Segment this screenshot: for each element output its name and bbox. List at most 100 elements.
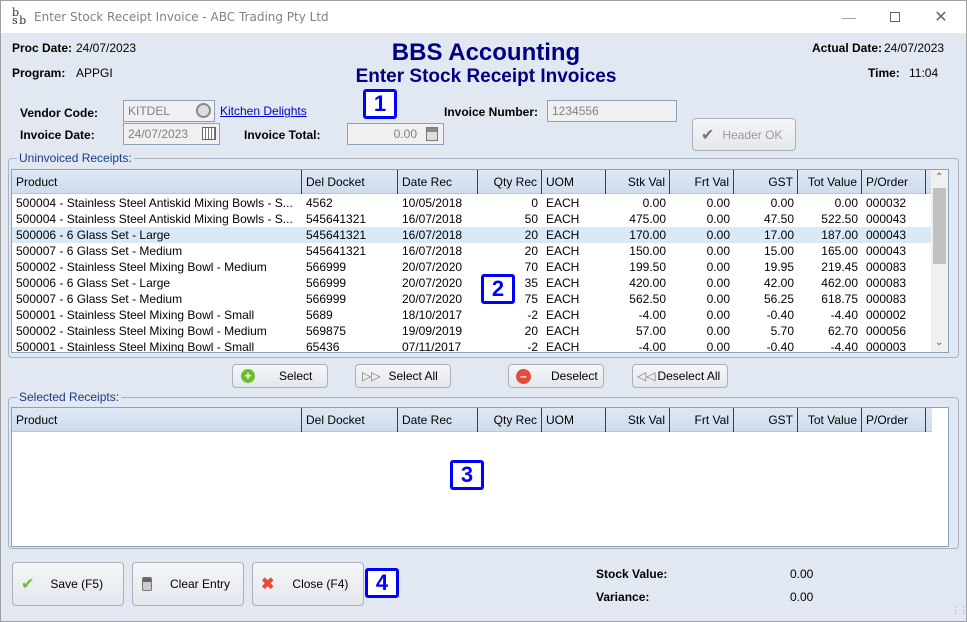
table-cell: 569875 [306, 324, 347, 338]
proc-date-value: 24/07/2023 [76, 41, 137, 55]
deselect-button[interactable]: – Deselect [508, 364, 604, 388]
invoice-number-field[interactable]: 1234556 [547, 100, 677, 122]
table-cell: EACH [546, 292, 580, 306]
callout-badge-1: 1 [363, 89, 397, 119]
table-cell: 500001 - Stainless Steel Mixing Bowl - S… [16, 340, 255, 353]
vendor-code-field[interactable]: KITDEL [123, 100, 215, 122]
table-cell: EACH [546, 340, 580, 353]
calculator-icon[interactable] [426, 127, 438, 141]
invoice-number-value: 1234556 [552, 104, 599, 118]
deselect-all-button[interactable]: ◁◁ Deselect All [632, 364, 728, 388]
column-header-date-rec[interactable]: Date Rec [398, 170, 478, 194]
save-button[interactable]: ✔ Save (F5) [12, 562, 124, 606]
invoice-total-field[interactable]: 0.00 [347, 123, 444, 145]
column-header-del-docket[interactable]: Del Docket [302, 408, 398, 432]
select-label: Select [279, 369, 313, 383]
column-header-stk-val[interactable]: Stk Val [606, 408, 670, 432]
vendor-code-value: KITDEL [128, 104, 171, 118]
minimize-button[interactable]: — [826, 1, 872, 33]
column-header-product[interactable]: Product [12, 408, 302, 432]
resize-grip-icon[interactable]: ⋮⋮ [951, 605, 967, 616]
column-header-frt-val[interactable]: Frt Val [670, 170, 734, 194]
table-cell: 10/05/2018 [402, 196, 463, 210]
invoice-date-value: 24/07/2023 [128, 127, 189, 141]
select-button[interactable]: + Select [232, 364, 328, 388]
invoice-total-label: Invoice Total: [244, 128, 321, 142]
table-cell: 18/10/2017 [402, 308, 463, 322]
table-cell: 000083 [866, 292, 907, 306]
table-row[interactable]: 500002 - Stainless Steel Mixing Bowl - M… [12, 259, 932, 275]
column-header-p-order[interactable]: P/Order [862, 408, 926, 432]
invoice-date-field[interactable]: 24/07/2023 [123, 123, 220, 145]
invoice-date-label: Invoice Date: [20, 128, 95, 142]
table-cell: 170.00 [629, 228, 666, 242]
table-cell: EACH [546, 196, 580, 210]
table-cell: 420.00 [629, 276, 666, 290]
column-header-stk-val[interactable]: Stk Val [606, 170, 670, 194]
close-button[interactable]: ✖ Close (F4) [252, 562, 364, 606]
calendar-icon[interactable] [202, 127, 216, 140]
table-cell: EACH [546, 324, 580, 338]
minimize-icon: — [842, 9, 856, 25]
table-row[interactable]: 500007 - 6 Glass Set - Medium 545641321 16… [12, 243, 932, 259]
table-cell: 566999 [306, 276, 347, 290]
table-cell: 62.70 [827, 324, 858, 338]
select-all-button[interactable]: ▷▷ Select All [355, 364, 451, 388]
callout-badge-2: 2 [481, 274, 515, 304]
table-cell: 16/07/2018 [402, 244, 463, 258]
scroll-down-icon[interactable]: ⌄ [935, 337, 943, 348]
table-cell: EACH [546, 228, 580, 242]
table-row[interactable]: 500006 - 6 Glass Set - Large 545641321 16/… [12, 227, 932, 243]
table-cell: -4.40 [830, 340, 858, 353]
close-window-button[interactable]: ✕ [918, 1, 964, 33]
table-cell: 500004 - Stainless Steel Antiskid Mixing… [16, 212, 293, 226]
table-cell: 65436 [306, 340, 340, 353]
column-header-uom[interactable]: UOM [542, 408, 606, 432]
clear-entry-button[interactable]: Clear Entry [132, 562, 244, 606]
table-cell: 545641321 [306, 212, 367, 226]
uninvoiced-receipts-grid[interactable]: Product Del Docket Date Rec Qty Rec UOM Stk V… [11, 169, 949, 353]
column-header-product[interactable]: Product [12, 170, 302, 194]
table-cell: 150.00 [629, 244, 666, 258]
app-title: BBS Accounting [391, 39, 581, 66]
uninvoiced-grid-header: Product Del Docket Date Rec Qty Rec UOM Stk V… [12, 170, 932, 194]
table-cell: 566999 [306, 292, 347, 306]
table-cell: 70 [524, 260, 538, 274]
vendor-name-link[interactable]: Kitchen Delights [220, 104, 307, 118]
scroll-thumb[interactable] [933, 188, 946, 264]
header-ok-button[interactable]: ✔ Header OK [692, 118, 796, 151]
table-row[interactable]: 500004 - Stainless Steel Antiskid Mixing… [12, 211, 932, 227]
table-row[interactable]: 500004 - Stainless Steel Antiskid Mixing… [12, 195, 932, 211]
table-cell: 0.00 [706, 260, 730, 274]
scroll-up-icon[interactable]: ⌃ [935, 172, 943, 183]
maximize-button[interactable] [872, 1, 918, 33]
table-row[interactable]: 500001 - Stainless Steel Mixing Bowl - S… [12, 339, 932, 353]
table-cell: 522.50 [821, 212, 858, 226]
column-header-tot-value[interactable]: Tot Value [798, 408, 862, 432]
column-header-gst[interactable]: GST [734, 170, 798, 194]
column-header-qty-rec[interactable]: Qty Rec [478, 170, 542, 194]
uninvoiced-scrollbar[interactable]: ⌃ ⌄ [931, 170, 948, 352]
table-row[interactable]: 500002 - Stainless Steel Mixing Bowl - M… [12, 323, 932, 339]
table-row[interactable]: 500001 - Stainless Steel Mixing Bowl - S… [12, 307, 932, 323]
window-title: Enter Stock Receipt Invoice - ABC Tradin… [34, 10, 329, 24]
column-header-p-order[interactable]: P/Order [862, 170, 926, 194]
table-row[interactable]: 500006 - 6 Glass Set - Large 566999 20/07/… [12, 275, 932, 291]
table-cell: 199.50 [629, 260, 666, 274]
table-cell: 20/07/2020 [402, 260, 463, 274]
table-row[interactable]: 500007 - 6 Glass Set - Medium 566999 20/07… [12, 291, 932, 307]
table-cell: 19.95 [763, 260, 794, 274]
table-cell: 0.00 [706, 324, 730, 338]
search-icon[interactable] [196, 103, 211, 118]
column-header-date-rec[interactable]: Date Rec [398, 408, 478, 432]
table-cell: 618.75 [821, 292, 858, 306]
column-header-gst[interactable]: GST [734, 408, 798, 432]
column-header-del-docket[interactable]: Del Docket [302, 170, 398, 194]
column-header-frt-val[interactable]: Frt Val [670, 408, 734, 432]
table-cell: 000083 [866, 260, 907, 274]
column-header-tot-value[interactable]: Tot Value [798, 170, 862, 194]
column-header-qty-rec[interactable]: Qty Rec [478, 408, 542, 432]
actual-date-label: Actual Date: [812, 41, 883, 55]
column-header-uom[interactable]: UOM [542, 170, 606, 194]
table-cell: 0.00 [642, 196, 666, 210]
